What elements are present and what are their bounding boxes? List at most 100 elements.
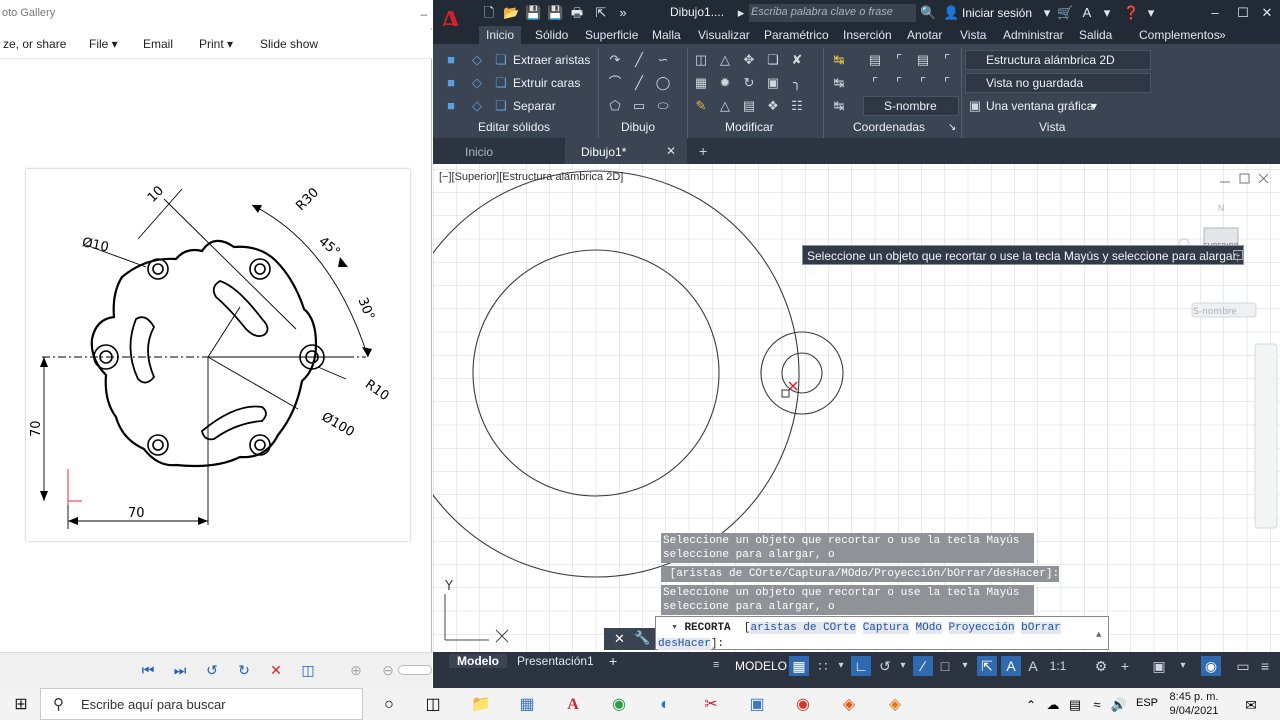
tab-anotar[interactable]: Anotar — [907, 28, 942, 42]
chevron-down-icon[interactable]: ▾ — [831, 656, 851, 676]
isolate-icon[interactable]: ◉ — [1201, 656, 1221, 676]
shell-icon[interactable]: ◇ — [469, 98, 485, 114]
layout-tab-modelo[interactable]: Modelo — [449, 654, 507, 668]
file-explorer-icon[interactable]: 📁 — [470, 694, 492, 716]
tab-superficie[interactable]: Superficie — [585, 28, 638, 42]
ellipse-icon[interactable]: ⬭ — [655, 98, 671, 114]
chevron-down-icon[interactable]: ▾ — [1091, 99, 1097, 113]
tab-malla[interactable]: Malla — [652, 28, 681, 42]
named-view-dropdown[interactable]: Vista no guardada — [965, 73, 1151, 93]
fillet-icon[interactable]: ╮ — [789, 75, 805, 91]
help-icon[interactable]: ❓ — [1123, 5, 1139, 21]
trim-icon[interactable]: ✘ — [789, 52, 805, 68]
chevron-down-icon[interactable]: ▾ — [1099, 5, 1115, 21]
move-icon[interactable]: ✥ — [741, 52, 757, 68]
snipping-icon[interactable]: ✂ — [700, 694, 722, 716]
annotation-scale-icon[interactable]: A — [1023, 656, 1043, 676]
status-menu-icon[interactable]: ≡ — [713, 659, 719, 671]
app2-icon[interactable]: ◈ — [884, 694, 906, 716]
visual-style-dropdown[interactable]: Estructura alámbrica 2D — [965, 50, 1151, 70]
calculator-icon[interactable]: ▦ — [516, 694, 538, 716]
ucs-face-icon[interactable]: ▤ — [915, 52, 931, 68]
ucs-icon[interactable]: ↹ — [831, 52, 847, 68]
option-borrar[interactable]: bOrrar — [1021, 622, 1061, 634]
ortho-icon[interactable]: ∟ — [851, 656, 871, 676]
option-modo[interactable]: MOdo — [915, 622, 942, 634]
menu-print[interactable]: Print ▾ — [199, 37, 233, 51]
task-view-icon[interactable]: ◫ — [422, 694, 444, 716]
pencil-icon[interactable]: ✎ — [693, 98, 709, 114]
fullscreen-icon[interactable]: ▭ — [1233, 656, 1253, 676]
snap-icon[interactable]: ∷ — [813, 656, 833, 676]
show-hidden-icons[interactable]: ⌃ — [1020, 694, 1042, 716]
language-indicator[interactable]: ESP — [1136, 697, 1158, 709]
arc-icon[interactable]: ⌒ — [607, 75, 623, 91]
edge-icon[interactable]: ◐ — [654, 694, 676, 716]
tab-parametrico[interactable]: Paramétrico — [764, 28, 829, 42]
rotate-icon[interactable]: ↻ — [741, 75, 757, 91]
copy-icon[interactable]: ❏ — [765, 52, 781, 68]
export-icon[interactable]: ⇱ — [593, 5, 609, 21]
option-deshacer[interactable]: desHacer — [658, 638, 711, 650]
slice-icon[interactable]: ◇ — [469, 52, 485, 68]
close-icon[interactable]: ✕ — [1259, 5, 1275, 21]
chevron-down-icon[interactable]: ▾ — [1143, 5, 1159, 21]
extrude-faces-button[interactable]: Extruir caras — [513, 76, 580, 90]
hardware-accel-icon[interactable]: ▣ — [1149, 656, 1169, 676]
new-tab-icon[interactable]: + — [699, 143, 707, 159]
maximize-icon[interactable]: ☐ — [1235, 5, 1251, 21]
join-icon[interactable]: ☷ — [789, 98, 805, 114]
stretch-icon[interactable]: △ — [717, 52, 733, 68]
separate-icon[interactable]: ❏ — [493, 98, 509, 114]
panel-dibujo[interactable]: Dibujo — [621, 120, 655, 134]
ucs-view-icon[interactable]: ↹ — [831, 75, 847, 91]
tab-insercion[interactable]: Inserción — [843, 28, 892, 42]
user-icon[interactable]: 👤 — [943, 5, 959, 21]
separate-button[interactable]: Separar — [513, 99, 556, 113]
open-icon[interactable]: 📂 — [503, 5, 519, 21]
save-icon[interactable]: 💾 — [525, 5, 541, 21]
menu-email[interactable]: Email — [143, 37, 173, 51]
union-icon[interactable]: ■ — [443, 52, 459, 68]
app-icon[interactable]: ◈ — [838, 694, 860, 716]
polyline-icon[interactable]: ↷ — [607, 52, 623, 68]
explode-icon[interactable]: ❖ — [765, 98, 781, 114]
option-captura[interactable]: Captura — [862, 622, 909, 634]
panel-modificar[interactable]: Modificar — [725, 120, 774, 134]
scale2-icon[interactable]: △ — [717, 98, 733, 114]
option-proyeccion[interactable]: Proyección — [948, 622, 1015, 634]
zoom-out-icon[interactable]: ⊖ — [378, 661, 398, 679]
taskbar-search-input[interactable]: ⚲ Escribe aquí para buscar — [40, 688, 363, 720]
ucs-named-icon[interactable]: ↹ — [831, 98, 847, 114]
osnap-icon[interactable]: □ — [935, 656, 955, 676]
chevron-down-icon[interactable]: ▾ — [893, 656, 913, 676]
chevron-down-icon[interactable]: ▾ — [1039, 5, 1055, 21]
annotation-scale-value[interactable]: 1:1 — [1045, 656, 1071, 676]
minimize-icon[interactable]: – — [1207, 5, 1223, 21]
panel-vista[interactable]: Vista — [1039, 120, 1065, 134]
panel-expand-icon[interactable]: ↘ — [948, 122, 956, 133]
ucs-z-icon[interactable]: ⌜ — [915, 75, 931, 91]
ucs-named-dropdown[interactable]: S-nombre — [863, 96, 959, 116]
navigation-bar[interactable] — [1254, 343, 1278, 529]
circle-array-icon[interactable]: ✹ — [717, 75, 733, 91]
ucs-origin-icon[interactable]: ⌜ — [891, 52, 907, 68]
grid-icon[interactable]: ▦ — [789, 656, 809, 676]
rectangle-icon[interactable]: ▭ — [631, 98, 647, 114]
search-input[interactable]: Escriba palabra clave o frase — [749, 4, 916, 22]
chevron-down-icon[interactable]: ▾ — [955, 656, 975, 676]
polygon-icon[interactable]: ⬠ — [607, 98, 623, 114]
viewport-config-button[interactable]: Una ventana gráfica — [986, 99, 1093, 113]
command-input[interactable]: ▾ RECORTA [aristas de COrte Captura MOdo… — [655, 616, 1109, 650]
plus-icon[interactable]: + — [1115, 656, 1135, 676]
tab-salida[interactable]: Salida — [1079, 28, 1112, 42]
line-icon[interactable]: ╱ — [631, 52, 647, 68]
first-photo-icon[interactable]: ⏮ — [138, 661, 158, 679]
onedrive-icon[interactable]: ☁ — [1042, 694, 1064, 716]
gear-icon[interactable]: ⚙ — [1091, 656, 1111, 676]
extrude-faces-icon[interactable]: ❏ — [493, 75, 509, 91]
menu-share[interactable]: ze, or share — [3, 37, 66, 51]
mirror-icon[interactable]: ◫ — [693, 52, 709, 68]
plot-icon[interactable]: 🖶 — [569, 5, 585, 21]
circle-icon[interactable]: ◯ — [655, 75, 671, 91]
